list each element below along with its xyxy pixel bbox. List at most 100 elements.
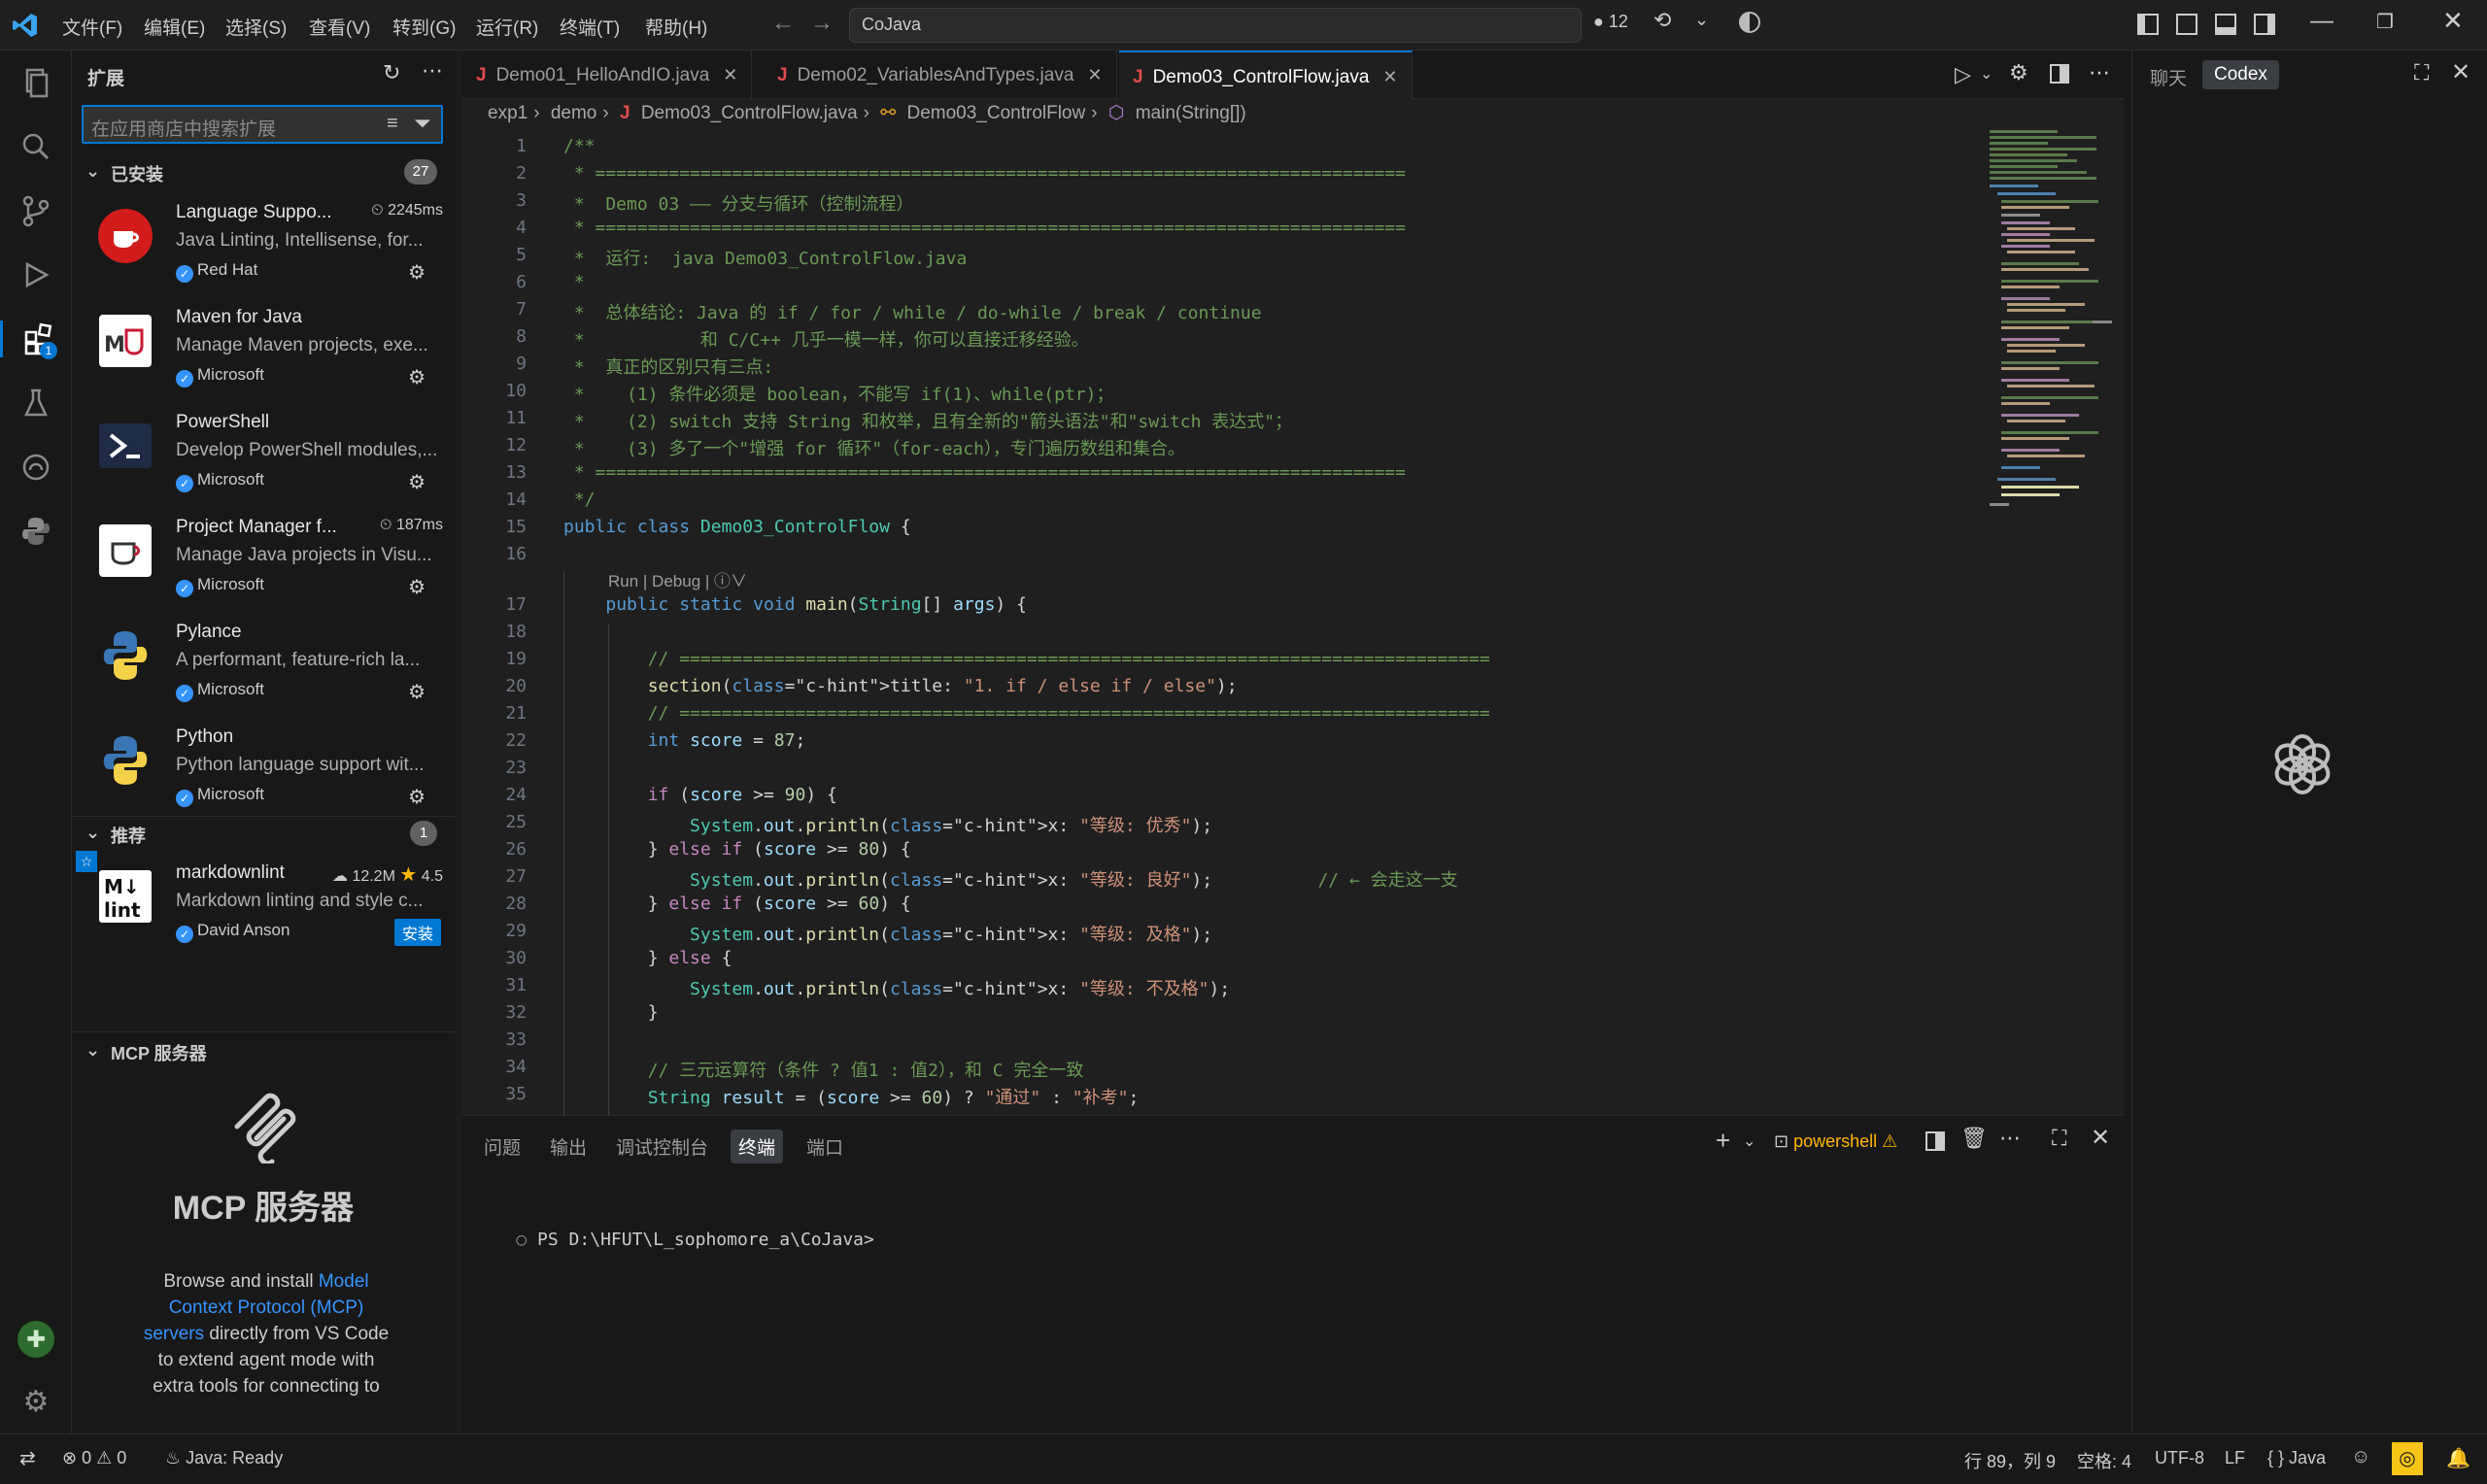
manage-gear-icon[interactable]: ⚙ [408, 260, 426, 285]
minimize-icon[interactable]: — [2310, 8, 2334, 35]
close-tab-icon[interactable]: ✕ [1382, 67, 1397, 86]
menu-help[interactable]: 帮助(H) [639, 10, 713, 44]
accounts-icon[interactable] [1739, 12, 1760, 33]
tab-output[interactable]: 输出 [542, 1130, 595, 1164]
extension-item-markdownlint[interactable]: ☆ M↓ lint markdownlint ☁ 12.2M ★ 4.5 Mark… [72, 851, 455, 961]
toggle-secondary-sidebar-icon[interactable] [2254, 14, 2275, 35]
close-tab-icon[interactable]: ✕ [1087, 65, 1102, 84]
new-terminal-icon[interactable]: + [1716, 1126, 1730, 1156]
explorer-icon[interactable] [17, 64, 54, 101]
toggle-panel-icon[interactable] [2215, 14, 2236, 35]
chevron-down-icon[interactable]: ⌄ [1694, 10, 1709, 30]
extension-item-python[interactable]: Python Python language support wit... ✓ M… [72, 721, 455, 814]
tab-codex[interactable]: Codex [2202, 60, 2279, 89]
split-terminal-icon[interactable] [1925, 1131, 1945, 1151]
more-actions-icon[interactable]: ⋯ [1999, 1126, 2021, 1151]
indentation[interactable]: 空格: 4 [2077, 1448, 2131, 1473]
tab-chat[interactable]: 聊天 [2144, 62, 2193, 92]
language-mode[interactable]: { } Java [2267, 1448, 2326, 1468]
recommended-section-header[interactable]: ⌄ 推荐 1 [72, 816, 455, 846]
chevron-down-icon[interactable]: ⌄ [1743, 1131, 1755, 1151]
codelens-run-debug[interactable]: Run | Debug | ⓘ∨ [608, 567, 747, 591]
clear-filter-icon[interactable]: ≡ [387, 113, 398, 135]
search-icon[interactable] [17, 128, 54, 165]
close-tab-icon[interactable]: ✕ [723, 65, 737, 84]
codex-status-icon[interactable]: ◎ [2392, 1442, 2423, 1475]
changes-indicator[interactable]: ● 12 [1593, 12, 1628, 32]
end-of-line[interactable]: LF [2225, 1448, 2245, 1468]
extension-item-pylance[interactable]: Pylance A performant, feature-rich la...… [72, 616, 455, 721]
chevron-down-icon[interactable]: ⌄ [1980, 64, 1993, 84]
menu-view[interactable]: 查看(V) [303, 10, 376, 44]
sidebar-sash[interactable] [455, 51, 462, 1433]
run-debug-icon[interactable] [17, 256, 54, 293]
command-center-search[interactable]: CoJava [849, 8, 1582, 43]
encoding[interactable]: UTF-8 [2155, 1448, 2204, 1468]
installed-section-header[interactable]: ⌄ 已安装 27 [72, 157, 455, 186]
copilot-chat-icon[interactable]: ⟲ [1653, 8, 1671, 33]
openai-icon[interactable]: ⚙ [2009, 60, 2028, 85]
tab-demo03[interactable]: J Demo03_ControlFlow.java ✕ [1119, 51, 1413, 99]
manage-gear-icon[interactable]: ⚙ [408, 680, 426, 704]
tab-debug-console[interactable]: 调试控制台 [608, 1130, 716, 1164]
code-editor[interactable]: 1 2 3 4 5 6 7 8 9 10 11 12 13 14 15 16 1… [462, 130, 1988, 1115]
breadcrumb-item[interactable]: main(String[]) [1136, 103, 1246, 123]
breadcrumb-item[interactable]: demo [551, 103, 597, 123]
mcp-section-header[interactable]: ⌄ MCP 服务器 [72, 1031, 455, 1063]
manage-gear-icon[interactable]: ⚙ [408, 785, 426, 809]
filter-icon[interactable]: ⏷ [414, 111, 431, 136]
notifications-bell-icon[interactable]: 🔔 [2446, 1446, 2470, 1470]
settings-gear-icon[interactable]: ⚙ [17, 1385, 54, 1422]
manage-gear-icon[interactable]: ⚙ [408, 575, 426, 599]
source-control-icon[interactable] [17, 192, 54, 229]
trash-icon[interactable]: 🗑 [1960, 1126, 1988, 1151]
menu-file[interactable]: 文件(F) [56, 10, 128, 44]
problems-status[interactable]: ⊗ 0 ⚠ 0 [62, 1448, 126, 1468]
minimap[interactable] [1990, 130, 2116, 596]
cursor-position[interactable]: 行 89，列 9 [1964, 1448, 2056, 1473]
breadcrumb-item[interactable]: Demo03_ControlFlow.java [641, 103, 858, 123]
restore-icon[interactable]: ❐ [2376, 10, 2394, 34]
toggle-primary-sidebar-icon[interactable] [2137, 14, 2159, 35]
tab-demo01[interactable]: J Demo01_HelloAndIO.java ✕ [462, 51, 753, 99]
more-actions-icon[interactable]: ⋯ [2089, 60, 2110, 85]
terminal-content[interactable]: ○ PS D:\HFUT\L_sophomore_a\CoJava> [474, 1209, 873, 1270]
nav-forward-icon[interactable]: → [810, 10, 834, 37]
customize-layout-icon[interactable] [2176, 14, 2197, 35]
extension-item-java[interactable]: Language Suppo... ⏲ 2245ms Java Linting,… [72, 196, 455, 301]
breadcrumb-item[interactable]: exp1 [488, 103, 528, 123]
run-java-icon[interactable]: ▷ [1955, 62, 1971, 87]
refresh-icon[interactable]: ↻ [383, 60, 400, 85]
extensions-icon[interactable]: 1 [0, 320, 72, 359]
manage-gear-icon[interactable]: ⚙ [408, 470, 426, 494]
tab-problems[interactable]: 问题 [476, 1130, 528, 1164]
menu-run[interactable]: 运行(R) [470, 10, 544, 44]
manage-gear-icon[interactable]: ⚙ [408, 365, 426, 389]
extension-item-maven[interactable]: M Maven for Java Manage Maven projects, … [72, 301, 455, 406]
split-editor-icon[interactable] [2050, 64, 2069, 84]
menu-go[interactable]: 转到(G) [387, 10, 461, 44]
python-icon[interactable] [17, 513, 54, 550]
editor-scrollbar[interactable] [2093, 130, 2112, 1115]
copilot-status-icon[interactable]: ☺ [2351, 1446, 2370, 1468]
close-window-icon[interactable]: ✕ [2442, 6, 2464, 36]
close-icon[interactable]: ✕ [2451, 58, 2470, 86]
copilot-icon[interactable] [17, 449, 54, 486]
tab-ports[interactable]: 端口 [799, 1130, 851, 1164]
terminal-instance[interactable]: ⊡ powershell ⚠ [1774, 1131, 1897, 1152]
remote-icon[interactable]: ⇄ [19, 1446, 36, 1470]
java-status[interactable]: ♨ Java: Ready [165, 1448, 283, 1468]
menu-edit[interactable]: 编辑(E) [138, 10, 211, 44]
install-button[interactable]: 安装 [393, 919, 441, 946]
menu-terminal[interactable]: 终端(T) [554, 10, 626, 44]
maximize-panel-icon[interactable]: ⛶ [2052, 1126, 2066, 1151]
nav-back-icon[interactable]: ← [771, 10, 795, 37]
breadcrumb-item[interactable]: Demo03_ControlFlow [906, 103, 1085, 123]
maximize-icon[interactable]: ⛶ [2414, 60, 2429, 85]
close-panel-icon[interactable]: ✕ [2091, 1124, 2110, 1152]
extensions-search-input[interactable]: 在应用商店中搜索扩展 ≡ ⏷ [82, 105, 443, 144]
more-actions-icon[interactable]: ⋯ [422, 58, 443, 84]
extension-item-project-manager[interactable]: Project Manager f... ⏲ 187ms Manage Java… [72, 511, 455, 616]
tab-demo02[interactable]: J Demo02_VariablesAndTypes.java ✕ [764, 51, 1117, 99]
extension-item-powershell[interactable]: PowerShell Develop PowerShell modules,..… [72, 406, 455, 511]
